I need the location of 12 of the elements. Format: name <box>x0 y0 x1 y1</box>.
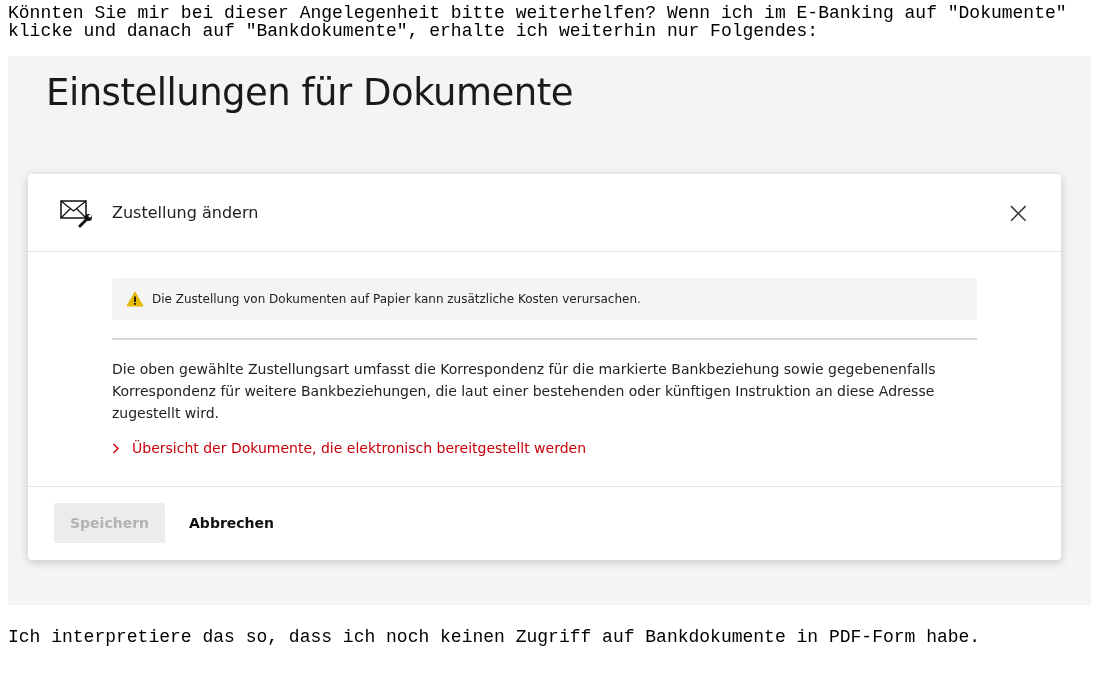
page-title: Einstellungen für Dokumente <box>46 71 574 114</box>
dialog-title: Zustellung ändern <box>112 203 260 222</box>
post-text: Könnten Sie mir bei dieser Angelegenheit bitte weiterhelfen? Wenn ich im E-Banking auf "Dokumente" klicke und danach auf "Bankdokumente", erhalte ich weiterhin nur Folgendes: <box>7 2 1068 40</box>
post-text: Ich interpretiere das so, dass ich noch keinen Zugriff auf Bankdokumente in PDF-Form habe. <box>7 626 982 646</box>
cancel-button[interactable]: Abbrechen <box>173 502 291 543</box>
warning-icon <box>126 291 144 307</box>
warning-text: Die Zustellung von Dokumenten auf Papier kann zusätzliche Kosten verursachen. <box>152 292 641 306</box>
documents-overview-link[interactable]: Übersicht der Dokumente, die elektronisch bereitgestellt werden <box>112 440 587 456</box>
close-button[interactable]: × <box>999 197 1037 228</box>
chevron-icon <box>112 442 120 454</box>
envelope-wrench-icon <box>60 197 94 228</box>
description-text: Die oben gewählte Zustellungsart umfasst die Korrespondenz für die markierte Bankbeziehung sowie gegebenenfalls Korrespondenz für weitere Bankbeziehungen, die laut einer bestehenden oder künftigen Instruktion an diese Adresse zugestellt wird. <box>112 360 937 423</box>
